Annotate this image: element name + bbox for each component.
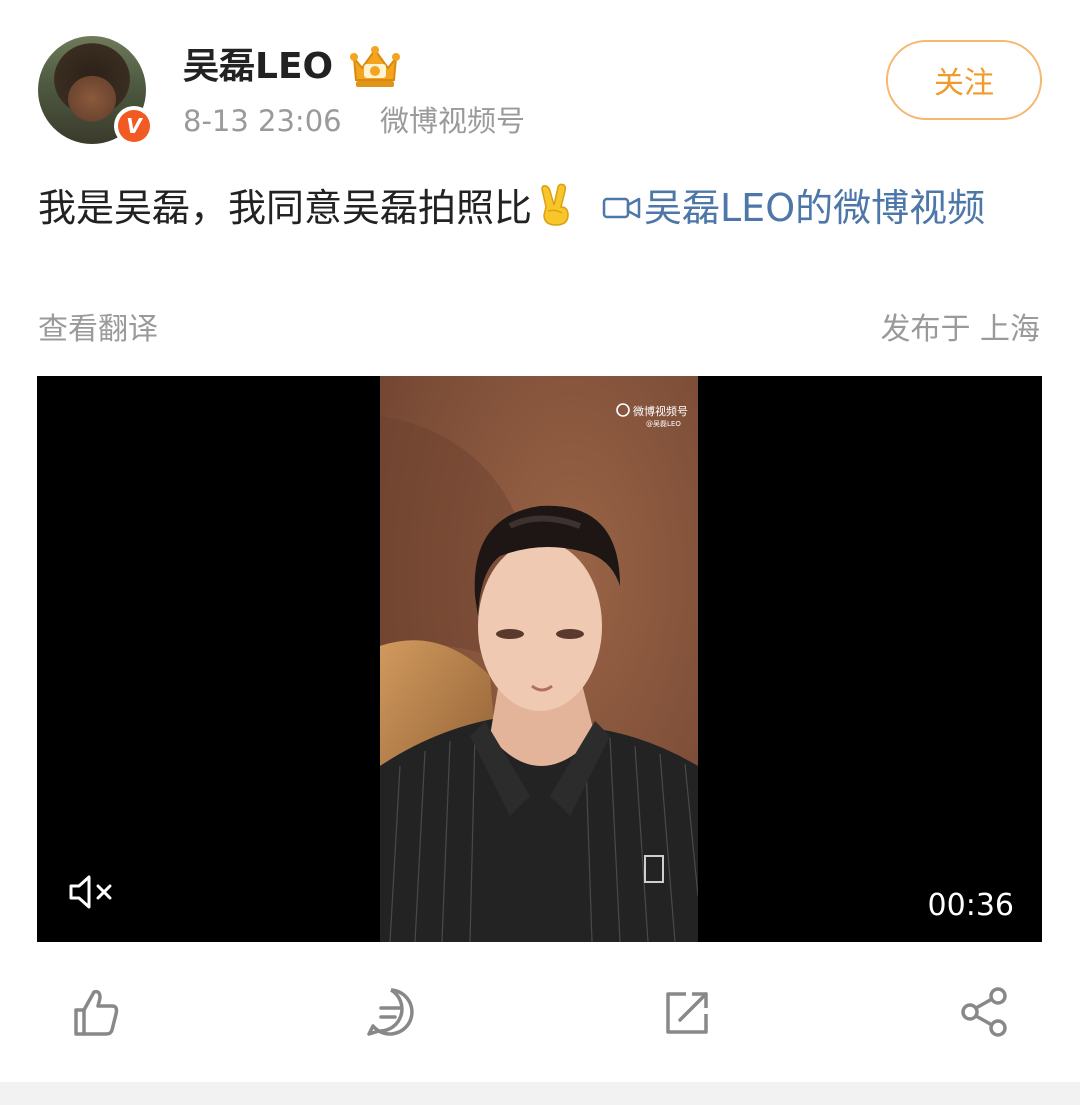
video-frame: 微博视频号 @吴磊LEO xyxy=(380,376,698,942)
video-player[interactable]: 微博视频号 @吴磊LEO 00:36 xyxy=(37,376,1042,942)
post-time: 8-13 23:06 xyxy=(183,104,342,138)
video-thumbnail: 微博视频号 @吴磊LEO xyxy=(380,376,698,942)
mute-icon[interactable] xyxy=(67,872,117,912)
bottom-bar xyxy=(0,1082,1080,1105)
video-watermark: 微博视频号 xyxy=(633,404,688,418)
like-icon[interactable] xyxy=(68,984,124,1040)
publish-location: 发布于 上海 xyxy=(880,312,1040,347)
victory-hand-emoji-icon xyxy=(541,183,569,226)
video-duration: 00:36 xyxy=(927,888,1014,923)
video-link-label: 吴磊LEO的微博视频 xyxy=(644,186,986,230)
translate-link[interactable]: 查看翻译 xyxy=(38,310,158,350)
share-icon[interactable] xyxy=(956,984,1012,1040)
follow-button[interactable]: 关注 xyxy=(886,40,1042,120)
verified-v: V xyxy=(118,110,150,142)
post-source[interactable]: 微博视频号 xyxy=(380,102,525,140)
crown-badge-icon xyxy=(350,46,400,87)
post-body-text: 我是吴磊，我同意吴磊拍照比 xyxy=(38,186,533,230)
post-text: 我是吴磊，我同意吴磊拍照比 吴磊LEO的微博视频 xyxy=(38,178,1042,238)
video-camera-icon xyxy=(602,197,641,219)
repost-icon[interactable] xyxy=(660,984,716,1040)
video-watermark-sub: @吴磊LEO xyxy=(646,420,681,428)
comment-icon[interactable] xyxy=(363,984,419,1040)
video-link[interactable]: 吴磊LEO的微博视频 xyxy=(584,186,985,230)
author-name[interactable]: 吴磊LEO xyxy=(183,44,333,90)
verified-badge: V xyxy=(114,106,154,146)
